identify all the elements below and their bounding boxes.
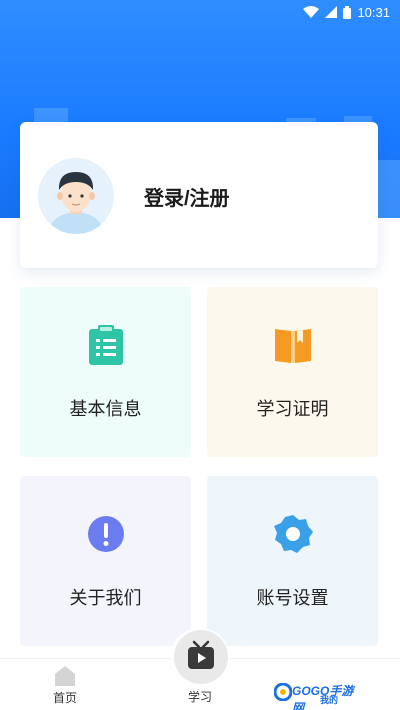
status-time: 10:31 — [357, 4, 390, 20]
nav-study-label: 学习 — [187, 690, 212, 704]
about-us-label: 关于我们 — [69, 588, 142, 608]
nav-home-label: 首页 — [52, 691, 77, 705]
house-icon — [55, 666, 75, 686]
exclamation-icon — [86, 514, 126, 554]
account-settings-tile[interactable]: 账号设置 — [207, 476, 378, 646]
basic-info-label: 基本信息 — [69, 399, 142, 419]
nav-home[interactable]: 首页 — [40, 659, 90, 710]
gear-icon — [273, 514, 313, 554]
profile-card[interactable]: 登录/注册 — [20, 122, 378, 268]
default-avatar-icon — [48, 172, 104, 234]
study-certificate-label: 学习证明 — [256, 399, 329, 419]
nav-study-button[interactable] — [174, 630, 228, 684]
basic-info-tile[interactable]: 基本信息 — [20, 287, 191, 457]
login-register-link[interactable]: 登录/注册 — [144, 182, 230, 211]
watermark-logo: GOGO手游网 我的 — [274, 680, 358, 710]
study-certificate-tile[interactable]: 学习证明 — [207, 287, 378, 457]
about-us-tile[interactable]: 关于我们 — [20, 476, 191, 646]
wifi-icon — [303, 6, 320, 18]
account-settings-label: 账号设置 — [256, 588, 329, 608]
status-bar: 10:31 — [0, 0, 400, 24]
book-icon — [273, 325, 313, 365]
watermark-icon — [274, 683, 292, 701]
avatar[interactable] — [38, 158, 114, 234]
signal-icon — [325, 6, 338, 18]
watermark-sub-text: 我的 — [320, 695, 339, 705]
clipboard-icon — [86, 325, 126, 365]
tv-play-icon — [188, 640, 214, 669]
nav-study[interactable] — [170, 628, 230, 688]
battery-icon — [343, 5, 352, 19]
